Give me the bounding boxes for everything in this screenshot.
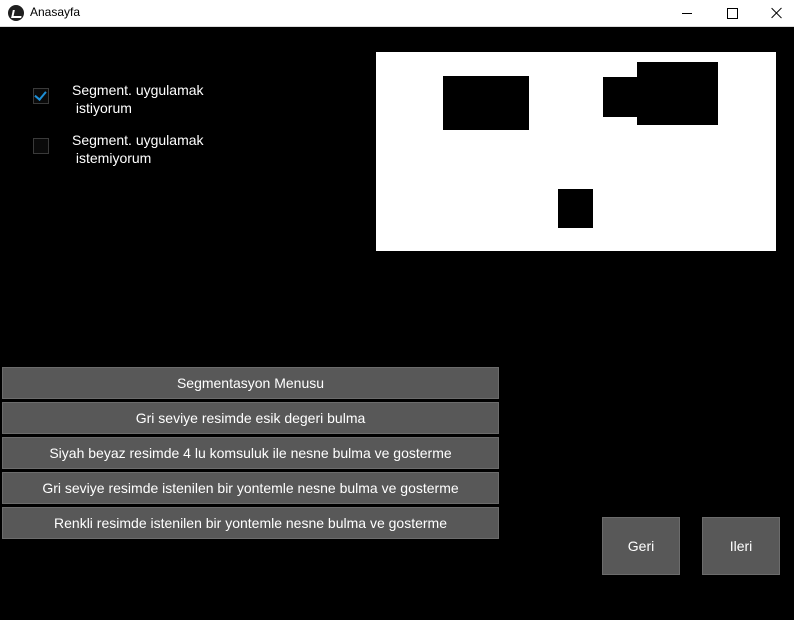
checkbox-no-apply[interactable] (33, 138, 49, 154)
color-object-detection-button[interactable]: Renkli resimde istenilen bir yontemle ne… (2, 507, 499, 539)
back-button[interactable]: Geri (602, 517, 680, 575)
checkbox-apply[interactable] (33, 88, 49, 104)
gray-object-detection-button[interactable]: Gri seviye resimde istenilen bir yonteml… (2, 472, 499, 504)
image-preview (376, 52, 776, 251)
option-apply-segmentation[interactable]: Segment. uygulamak istiyorum (33, 81, 204, 117)
object-blob (637, 62, 718, 125)
minimize-button[interactable] (664, 0, 710, 26)
maximize-button[interactable] (709, 0, 755, 26)
checkbox-no-apply-label: Segment. uygulamak istemiyorum (72, 132, 204, 166)
minimize-icon (682, 12, 692, 14)
threshold-gray-button[interactable]: Gri seviye resimde esik degeri bulma (2, 402, 499, 434)
window-title: Anasayfa (30, 5, 81, 19)
checkbox-apply-label: Segment. uygulamak istiyorum (72, 82, 204, 116)
object-blob (558, 189, 593, 228)
app-logo-icon (8, 5, 24, 21)
maximize-icon (726, 7, 738, 19)
close-icon (771, 7, 783, 19)
object-blob (443, 76, 529, 130)
bw-4-neighborhood-button[interactable]: Siyah beyaz resimde 4 lu komsuluk ile ne… (2, 437, 499, 469)
object-blob (603, 77, 639, 117)
segmentation-menu-button[interactable]: Segmentasyon Menusu (2, 367, 499, 399)
close-button[interactable] (754, 0, 794, 26)
next-button[interactable]: Ileri (702, 517, 780, 575)
title-bar: Anasayfa (0, 0, 794, 27)
option-no-segmentation[interactable]: Segment. uygulamak istemiyorum (33, 131, 204, 167)
